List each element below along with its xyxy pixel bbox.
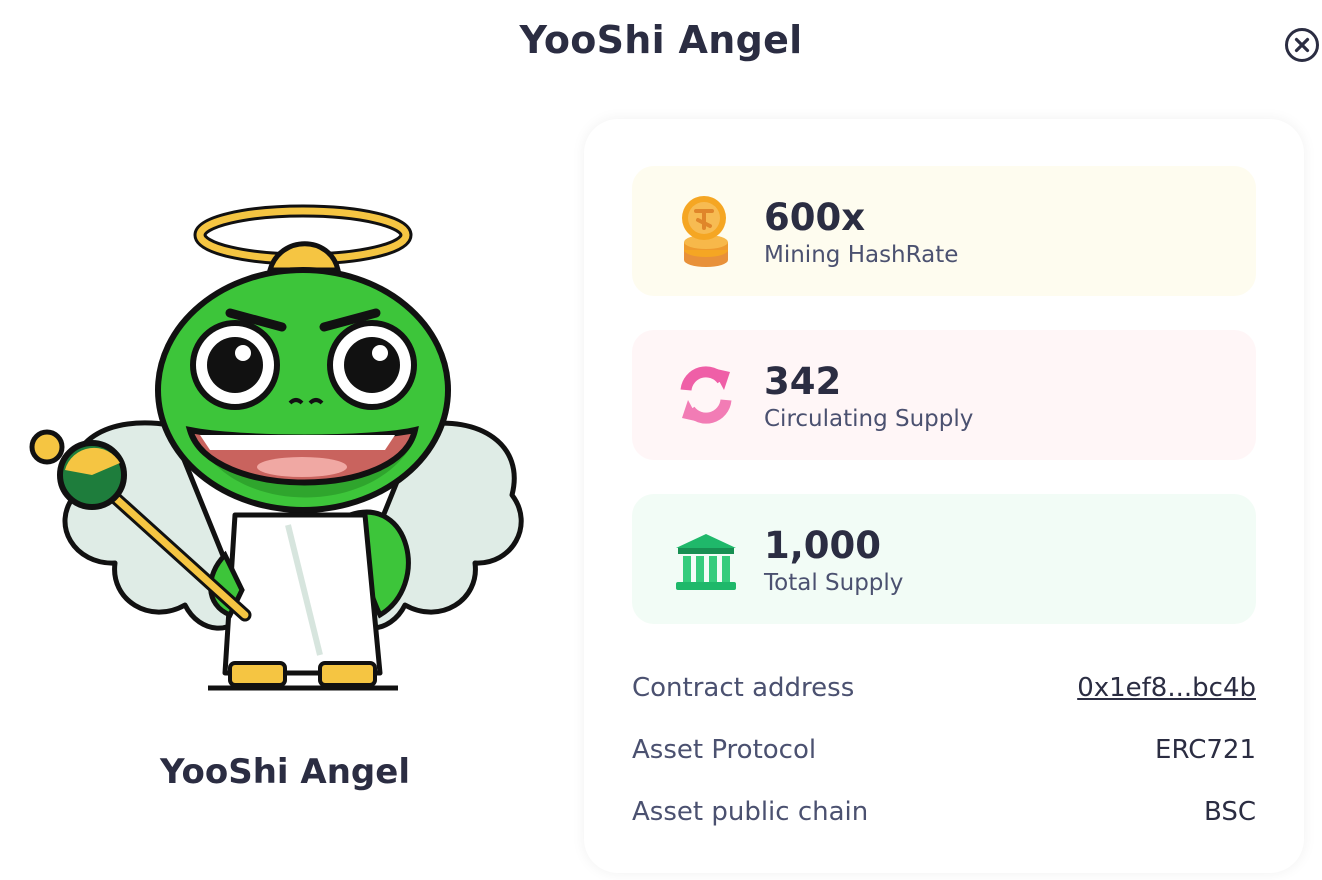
close-icon[interactable] (1284, 27, 1320, 63)
property-label: Asset public chain (632, 797, 869, 827)
property-row-contract: Contract address 0x1ef8...bc4b (632, 673, 1256, 713)
property-row-chain: Asset public chain BSC (632, 797, 1256, 837)
stat-value: 1,000 (764, 524, 882, 567)
contract-address-link[interactable]: 0x1ef8...bc4b (1077, 673, 1256, 703)
nft-image (29, 204, 524, 691)
info-card: 600x Mining HashRate 342 Circulating Sup… (584, 119, 1304, 873)
modal-title: YooShi Angel (519, 18, 803, 62)
stat-label: Total Supply (764, 570, 904, 596)
coin-stack-icon (682, 196, 728, 267)
property-value: ERC721 (1155, 735, 1256, 765)
property-label: Asset Protocol (632, 735, 817, 765)
stat-card-circulating: 342 Circulating Supply (632, 330, 1256, 460)
stat-value: 600x (764, 196, 866, 239)
stat-label: Mining HashRate (764, 242, 959, 268)
stat-card-total: 1,000 Total Supply (632, 494, 1256, 624)
stat-label: Circulating Supply (764, 406, 974, 432)
property-label: Contract address (632, 673, 855, 703)
property-row-protocol: Asset Protocol ERC721 (632, 735, 1256, 775)
stat-value: 342 (764, 360, 842, 403)
refresh-icon (680, 366, 732, 424)
stat-card-hashrate: 600x Mining HashRate (632, 166, 1256, 296)
bank-icon (676, 534, 736, 590)
nft-name: YooShi Angel (160, 752, 410, 792)
property-value: BSC (1203, 797, 1256, 827)
